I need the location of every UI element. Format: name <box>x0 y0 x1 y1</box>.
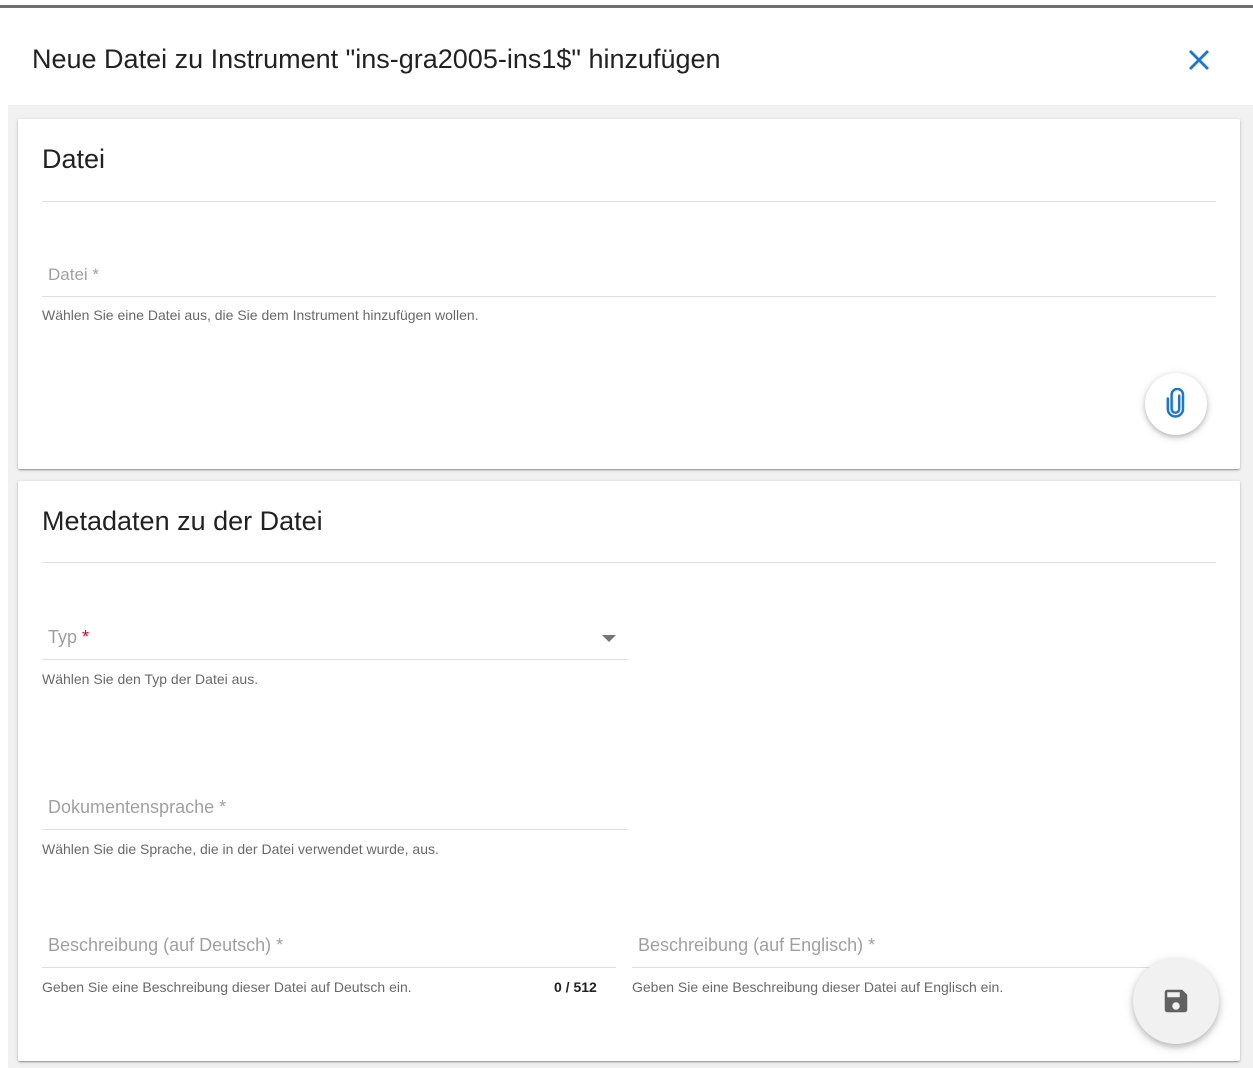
description-en-field[interactable]: Beschreibung (auf Englisch) * Geben Sie … <box>632 929 1212 1009</box>
type-select-hint: Wählen Sie den Typ der Datei aus. <box>42 671 259 687</box>
description-de-label: Beschreibung (auf Deutsch) * <box>48 935 284 955</box>
required-marker: * <box>82 627 90 647</box>
divider <box>42 201 1216 202</box>
metadata-card: Metadaten zu der Datei Typ * Wählen Sie … <box>18 481 1240 1061</box>
file-field-hint: Wählen Sie eine Datei aus, die Sie dem I… <box>42 307 479 323</box>
chevron-down-icon <box>602 635 616 642</box>
description-de-hint: Geben Sie eine Beschreibung dieser Datei… <box>42 979 412 995</box>
language-field-underline <box>42 829 628 830</box>
close-button[interactable] <box>1180 41 1218 79</box>
save-button[interactable] <box>1133 958 1219 1044</box>
type-label-text: Typ <box>48 627 78 647</box>
type-select-underline <box>42 659 628 660</box>
language-field-label: Dokumentensprache * <box>48 797 227 817</box>
file-field[interactable]: Datei * Wählen Sie eine Datei aus, die S… <box>42 259 1216 339</box>
divider <box>42 562 1216 563</box>
description-en-hint: Geben Sie eine Beschreibung dieser Datei… <box>632 979 1004 995</box>
paperclip-icon <box>1166 388 1185 418</box>
description-en-label: Beschreibung (auf Englisch) * <box>638 935 876 955</box>
language-field-hint: Wählen Sie die Sprache, die in der Datei… <box>42 841 439 857</box>
type-select-label: Typ * <box>48 627 89 648</box>
file-field-underline <box>42 296 1216 297</box>
file-field-label: Datei * <box>48 265 100 284</box>
type-select[interactable]: Typ * Wählen Sie den Typ der Datei aus. <box>42 621 628 701</box>
dialog-title: Neue Datei zu Instrument "ins-gra2005-in… <box>32 44 721 74</box>
character-counter: 0 / 512 <box>554 979 597 995</box>
description-en-underline <box>632 967 1162 968</box>
file-card-title: Datei <box>42 144 106 174</box>
description-de-underline <box>42 967 616 968</box>
language-field[interactable]: Dokumentensprache * Wählen Sie die Sprac… <box>42 791 628 871</box>
metadata-card-title: Metadaten zu der Datei <box>42 506 323 536</box>
attach-file-button[interactable] <box>1145 373 1207 435</box>
dialog-header: Neue Datei zu Instrument "ins-gra2005-in… <box>0 8 1253 105</box>
floppy-disk-icon <box>1164 989 1188 1013</box>
close-icon <box>1189 50 1209 70</box>
description-de-field[interactable]: Beschreibung (auf Deutsch) * Geben Sie e… <box>42 929 616 1009</box>
file-card: Datei Datei * Wählen Sie eine Datei aus,… <box>18 119 1240 469</box>
